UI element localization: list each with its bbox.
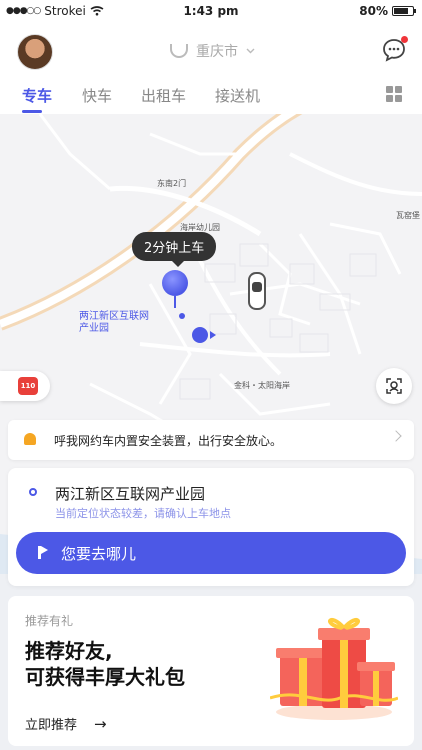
city-label: 重庆市 <box>196 44 238 60</box>
brand-logo-icon <box>170 44 188 58</box>
locate-icon <box>386 378 402 394</box>
status-right: 80% <box>359 4 416 18</box>
tab-premium[interactable]: 专车 <box>22 85 52 106</box>
flag-icon <box>38 546 48 559</box>
map-label-east-gate: 东南2门 <box>157 179 187 188</box>
car-icon <box>248 272 266 310</box>
order-card: 两江新区互联网产业园 当前定位状态较差，请确认上车地点 您要去哪儿 <box>8 468 414 586</box>
tab-airport[interactable]: 接送机 <box>215 85 260 106</box>
tab-taxi[interactable]: 出租车 <box>141 85 186 106</box>
app-header: 重庆市 <box>0 22 422 78</box>
tab-active-indicator <box>22 110 42 113</box>
arrow-right-icon: → <box>94 715 107 733</box>
police-110-icon: 110 <box>18 377 38 395</box>
map-label-edge: 瓦窑堡 <box>396 211 420 220</box>
pickup-hint: 当前定位状态较差，请确认上车地点 <box>55 507 231 520</box>
relocate-button[interactable] <box>376 368 412 404</box>
battery-percent: 80% <box>359 4 388 18</box>
notification-dot <box>401 36 408 43</box>
pickup-pin-icon[interactable] <box>162 270 188 296</box>
pickup-time-bubble: 2分钟上车 <box>132 232 217 267</box>
bell-icon <box>24 433 36 445</box>
promo-tag: 推荐有礼 <box>25 614 74 628</box>
refer-now-link[interactable]: 立即推荐 <box>25 714 77 733</box>
promo-title: 推荐好友, 可获得丰厚大礼包 <box>25 638 185 690</box>
status-bar: ●●●○○ Strokei 1:43 pm 80% <box>0 0 422 22</box>
promo-title-line2: 可获得丰厚大礼包 <box>25 665 185 689</box>
message-button[interactable] <box>382 36 408 62</box>
promo-title-line1: 推荐好友, <box>25 639 113 663</box>
pickup-point <box>179 313 185 319</box>
city-selector[interactable]: 重庆市 <box>170 41 255 61</box>
gift-boxes-icon <box>270 617 398 720</box>
sos-button[interactable]: 110 <box>0 371 50 401</box>
destination-button[interactable]: 您要去哪儿 <box>16 532 406 574</box>
chevron-right-icon <box>390 430 402 442</box>
pickup-dot-icon <box>29 488 37 496</box>
map-label-residential: 金科・太阳海岸 <box>234 381 290 390</box>
service-tabs: 专车 快车 出租车 接送机 <box>0 78 422 114</box>
notice-text: 呼我网约车内置安全装置，出行安全放心。 <box>54 434 283 448</box>
grid-menu-icon[interactable] <box>386 86 402 102</box>
map-label-park: 两江新区互联网 产业园 <box>79 311 149 334</box>
pickup-location[interactable]: 两江新区互联网产业园 <box>55 483 205 504</box>
chevron-down-icon <box>246 48 255 54</box>
pickup-pin-stem <box>174 296 176 308</box>
avatar[interactable] <box>17 34 53 70</box>
current-location-icon <box>192 327 216 343</box>
referral-promo-card[interactable]: 推荐有礼 推荐好友, 可获得丰厚大礼包 立即推荐 → <box>8 596 414 746</box>
safety-notice[interactable]: 呼我网约车内置安全装置，出行安全放心。 <box>8 420 414 460</box>
tab-express[interactable]: 快车 <box>82 85 112 106</box>
battery-icon <box>392 6 416 16</box>
destination-placeholder: 您要去哪儿 <box>61 545 137 563</box>
